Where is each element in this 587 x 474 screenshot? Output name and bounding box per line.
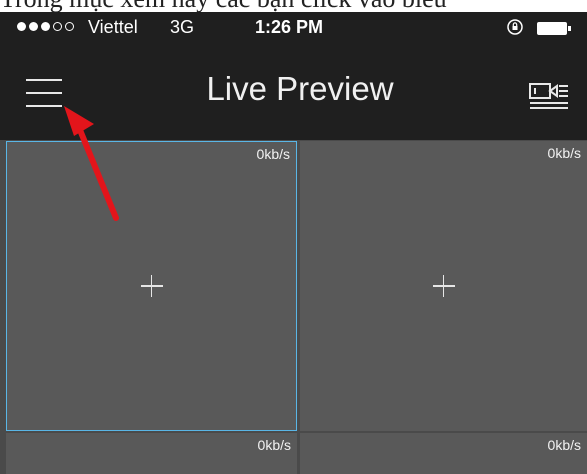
add-camera-icon[interactable]: [140, 275, 163, 297]
status-bar: Viettel 3G 1:26 PM: [0, 12, 587, 50]
preview-tile-4[interactable]: 0kb/s: [300, 433, 587, 474]
article-caption: Trong mục xem này các bạn click vào biểu: [0, 0, 587, 12]
bitrate-label: 0kb/s: [256, 146, 290, 162]
orientation-lock-icon: [507, 19, 523, 35]
battery-icon: [537, 22, 571, 35]
page-title: Live Preview: [206, 70, 394, 107]
navigation-bar: Live Preview: [0, 50, 587, 140]
network-type: 3G: [170, 17, 195, 37]
preview-tile-2[interactable]: 0kb/s: [300, 141, 587, 431]
add-camera-icon[interactable]: [432, 275, 455, 297]
bitrate-label: 0kb/s: [547, 145, 581, 161]
bitrate-label: 0kb/s: [257, 437, 291, 453]
menu-button[interactable]: [26, 79, 62, 109]
signal-strength-icon: [17, 22, 74, 31]
bitrate-label: 0kb/s: [547, 437, 581, 453]
status-time: 1:26 PM: [255, 17, 324, 37]
preview-tile-3[interactable]: 0kb/s: [6, 433, 297, 474]
playback-camera-icon[interactable]: [528, 78, 570, 112]
carrier-name: Viettel: [88, 17, 138, 37]
phone-screen: Viettel 3G 1:26 PM Live Preview 0kb/s 0k…: [0, 12, 587, 474]
preview-grid: 0kb/s 0kb/s 0kb/s 0kb/s: [0, 140, 587, 474]
preview-tile-1[interactable]: 0kb/s: [6, 141, 297, 431]
